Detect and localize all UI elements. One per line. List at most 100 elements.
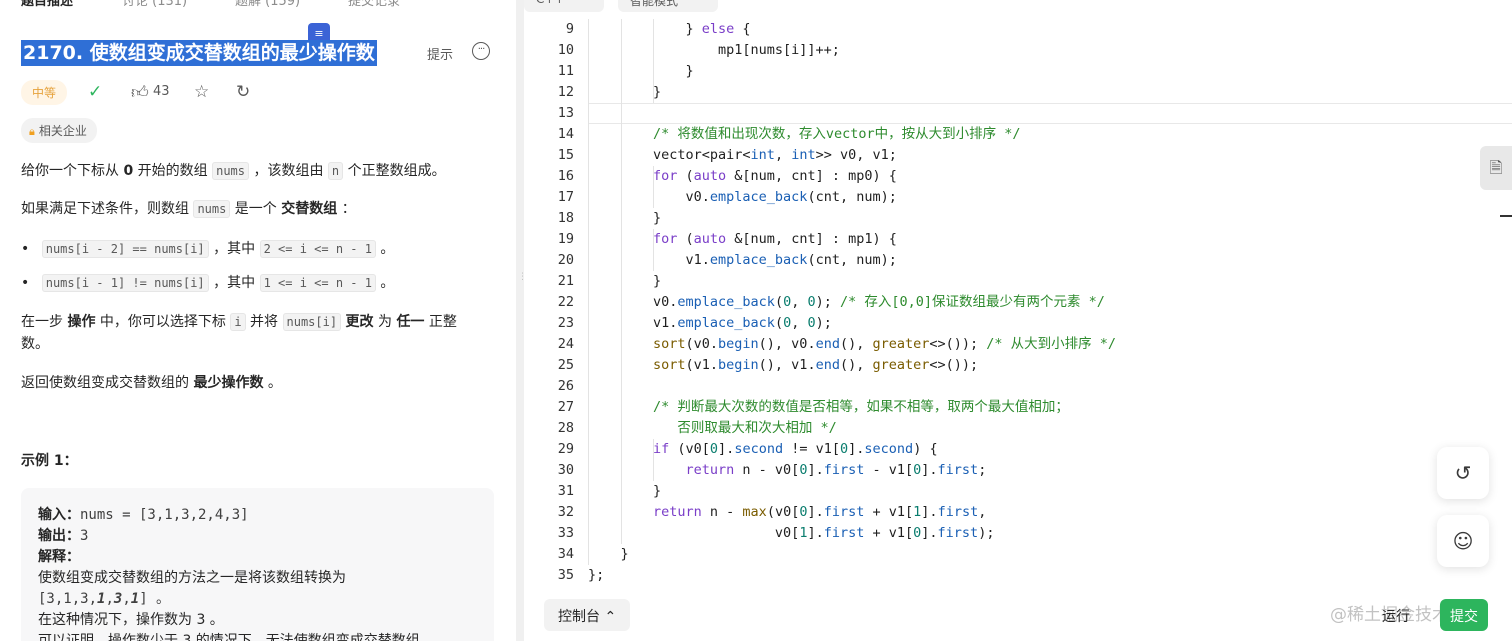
tab-solutions[interactable]: 题解 (159) (235, 0, 300, 9)
line-number: 35 (557, 567, 574, 583)
share-icon[interactable]: ↻ (236, 82, 250, 102)
line-number: 34 (557, 546, 574, 562)
line-number: 33 (557, 525, 574, 541)
tab-discussion[interactable]: 讨论 (131) (122, 0, 187, 9)
line-number: 14 (557, 126, 574, 142)
indent-guide (588, 19, 589, 565)
line-number: 25 (557, 357, 574, 373)
smart-mode-toggle[interactable]: 智能模式 (618, 0, 718, 12)
example-explain-label: 解释： (38, 549, 80, 565)
code-line: v0.emplace_back(cnt, num); (685, 189, 897, 205)
company-tag-label: 相关企业 (38, 124, 87, 138)
chevron-up-icon: ⌃ (604, 609, 617, 625)
code-line: v1.emplace_back(0, 0); (653, 315, 832, 331)
example-output: 输出：3 (38, 528, 89, 544)
example-explain-line4: 可以证明，操作数少于 3 的情况下，无法使数组变成交替数组。 (38, 633, 434, 641)
editor-bottom-bar: 控制台 ⌃ @稀土掘金技术社区 运行 提交 (524, 597, 1512, 641)
description-p2: 如果满足下述条件，则数组 nums 是一个 交替数组 ： (21, 200, 356, 218)
line-number: 15 (557, 147, 574, 163)
code-line: sort(v0.begin(), v0.end(), greater<>());… (653, 336, 1117, 352)
line-number: 21 (557, 273, 574, 289)
code-comment-line: 否则取最大和次大相加 */ (653, 420, 837, 436)
line-number: 29 (557, 441, 574, 457)
code-line: sort(v1.begin(), v1.end(), greater<>()); (653, 357, 979, 373)
code-line: } else { (685, 21, 751, 37)
problem-tabs: 题目描述 讨论 (131) 题解 (159) 提交记录 (0, 0, 516, 14)
description-p3: 在一步 操作 中，你可以选择下标 i 并将 nums[i] 更改 为 任一 正整… (21, 313, 457, 352)
line-number: 28 (557, 420, 574, 436)
code-line: mp1[nums[i]]++; (718, 42, 840, 58)
line-number: 13 (557, 105, 574, 121)
tab-submissions[interactable]: 提交记录 (348, 0, 400, 9)
company-tag[interactable]: 🔒︎ 相关企业 (21, 118, 97, 143)
line-number: 17 (557, 189, 574, 205)
problem-panel: 题目描述 讨论 (131) 题解 (159) 提交记录 ≡ 2170. 使数组变… (0, 0, 516, 641)
scrollbar-thumb[interactable] (1500, 215, 1512, 217)
submit-button[interactable]: 提交 (1440, 599, 1488, 631)
code-line: v1.emplace_back(cnt, num); (685, 252, 897, 268)
panel-splitter[interactable] (516, 0, 524, 641)
line-number: 22 (557, 294, 574, 310)
file-icon[interactable]: 🗎︎ (1480, 146, 1512, 190)
like-count: 43 (153, 84, 170, 99)
code-line: v0.emplace_back(0, 0); /* 存入[0,0]保证数组最少有… (653, 294, 1105, 310)
line-number: 30 (557, 462, 574, 478)
code-line: return n - max(v0[0].first + v1[1].first… (653, 504, 987, 520)
condition-2: nums[i - 1] != nums[i] ，其中 1 <= i <= n -… (21, 272, 394, 294)
code-line: } (653, 210, 662, 226)
line-number: 10 (557, 42, 574, 58)
language-select[interactable]: C++ (524, 0, 604, 12)
console-button[interactable]: 控制台 ⌃ (544, 599, 631, 631)
code-comment-line: /* 判断最大次数的数值是否相等，如果不相等，取两个最大值相加； (653, 399, 1069, 415)
code-comment-line: /* 将数值和出现次数，存入vector中，按从大到小排序 */ (653, 126, 1021, 142)
editor-toolbar: C++ 智能模式 ☆ ⓘ ▦ ⚙ ⤢ (524, 0, 1512, 12)
hint-button[interactable]: 提示 (427, 44, 453, 63)
line-number: 9 (565, 21, 574, 37)
description-p1: 给你一个下标从 0 开始的数组 nums ，该数组由 n 个正整数组成。 (21, 162, 446, 180)
more-icon[interactable]: ··· (472, 42, 490, 60)
line-number: 31 (557, 483, 574, 499)
code-line: if (v0[0].second != v1[0].second) { (653, 441, 938, 457)
code-line: vector<pair<int, int>> v0, v1; (653, 147, 897, 163)
example-box: 输入：nums = [3,1,3,2,4,3] 输出：3 解释： 使数组变成交替… (21, 488, 494, 641)
description-p4: 返回使数组变成交替数组的 最少操作数 。 (21, 375, 282, 391)
code-line: return n - v0[0].first - v1[0].first; (685, 462, 987, 478)
code-line: }; (588, 567, 605, 583)
line-number: 19 (557, 231, 574, 247)
line-number: 12 (557, 84, 574, 100)
condition-1: nums[i - 2] == nums[i] ，其中 2 <= i <= n -… (21, 238, 394, 260)
example-explain-line3: 在这种情况下，操作数为 3 。 (38, 612, 224, 628)
line-number: 18 (557, 210, 574, 226)
code-line: for (auto &[num, cnt] : mp0) { (653, 168, 897, 184)
example-explain-line2: [3,1,3,1,3,1] 。 (38, 591, 171, 607)
undo-icon[interactable]: ↺ (1437, 447, 1489, 499)
line-number: 24 (557, 336, 574, 352)
chat-icon[interactable]: ☺ (1437, 515, 1489, 567)
star-icon[interactable]: ☆ (194, 82, 209, 102)
problem-title: 2170. 使数组变成交替数组的最少操作数 (21, 40, 377, 66)
difficulty-badge: 中等 (21, 80, 68, 105)
example-explain-line1: 使数组变成交替数组的方法之一是将该数组转换为 (38, 570, 346, 586)
current-line-highlight (588, 103, 1512, 124)
code-line: } (653, 273, 662, 289)
check-circle-icon: ✓ (88, 82, 103, 102)
line-number: 20 (557, 252, 574, 268)
example-title: 示例 1： (21, 453, 78, 469)
example-input: 输入：nums = [3,1,3,2,4,3] (38, 507, 249, 523)
code-line: for (auto &[num, cnt] : mp1) { (653, 231, 897, 247)
code-line: v0[1].first + v1[0].first); (653, 525, 995, 541)
line-number: 27 (557, 399, 574, 415)
run-button[interactable]: 运行 (1376, 599, 1416, 631)
code-line: } (685, 63, 694, 79)
line-number: 26 (557, 378, 574, 394)
line-number: 11 (557, 63, 574, 79)
code-line: } (620, 546, 629, 562)
code-editor[interactable]: C++ 智能模式 ☆ ⓘ ▦ ⚙ ⤢ 9 10 11 12 13 14 15 16 17 18 19… (524, 0, 1512, 641)
code-line: } (653, 84, 662, 100)
line-number: 23 (557, 315, 574, 331)
thumb-up-icon[interactable]: 👍︎ (131, 82, 149, 103)
lock-icon: 🔒︎ (29, 125, 35, 138)
line-number: 16 (557, 168, 574, 184)
indent-guide (620, 19, 622, 544)
tab-description[interactable]: 题目描述 (21, 0, 73, 9)
